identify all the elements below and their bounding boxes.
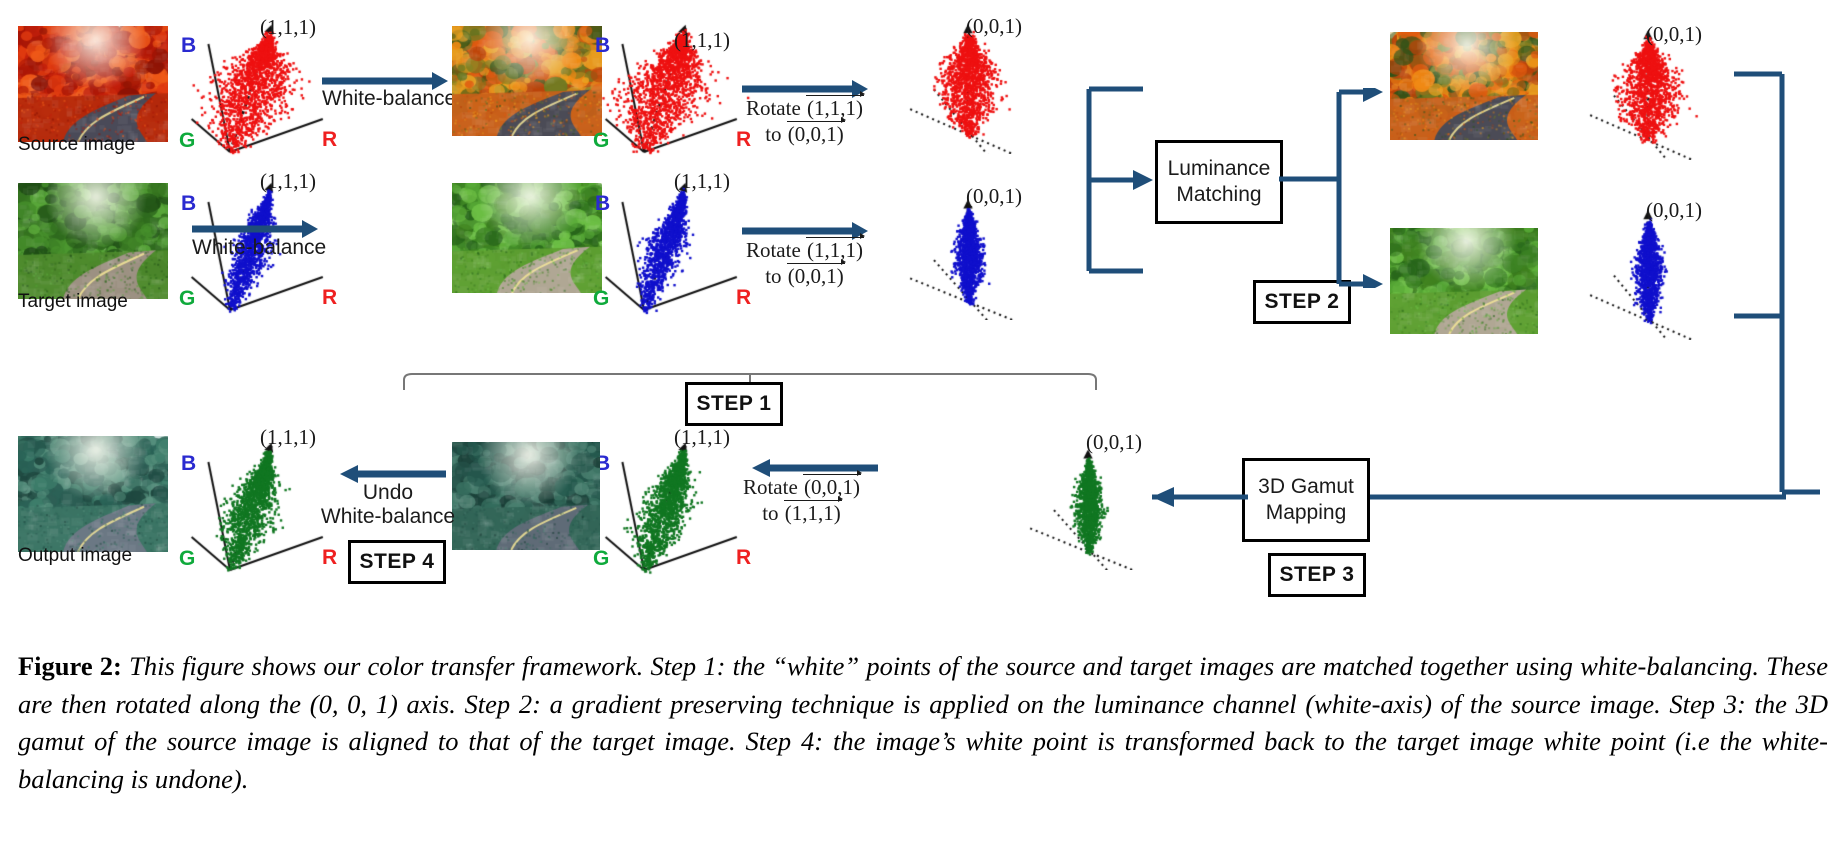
white-balance-label-2: White-balance [192,236,327,259]
source-image-label: Source image [18,134,136,155]
white-axis-vector-label: (1,1,1) [260,15,316,39]
white-axis-vector-label: (1,1,1) [674,28,730,52]
source-photo [18,26,168,142]
lum-target-gamut-plot: (0,0,1) [1580,198,1750,340]
lum-source-gamut-plot: (0,0,1) [1580,20,1750,160]
source-wb-photo [452,26,602,136]
blue-axis-vector-label: (0,0,1) [966,184,1022,208]
output-image-label: Output image [18,545,133,566]
gamut-mapped-plot: (0,0,1) [1020,430,1190,570]
rotate-label-1: Rotate (1,1,1) to (0,0,1) [730,95,880,148]
figure-diagram: Source image B G R (1,1,1) White-balance… [0,0,1840,640]
source-rot-gamut-plot: (0,0,1) [900,14,1070,154]
blue-axis-vector-label: (0,0,1) [1646,22,1702,46]
gamut-mapping-line-1: 3D Gamut [1258,474,1354,498]
step-3-box: STEP 3 [1268,553,1366,597]
luminance-matching-line-2: Matching [1176,183,1262,206]
axis-label-b: B [181,192,197,215]
axis-label-g: G [179,129,196,152]
axis-label-b: B [181,34,197,57]
step-1-box: STEP 1 [685,382,783,426]
luminance-output-split [1279,88,1383,288]
gamut-input-arrow [1332,487,1786,507]
axis-label-g: G [593,129,610,152]
axis-label-g: G [179,287,196,310]
blue-axis-vector-label: (0,0,1) [966,14,1022,38]
gamut-mapping-box: 3D Gamut Mapping [1242,458,1370,542]
luminance-matching-line-1: Luminance [1167,156,1271,180]
figure-caption: Figure 2: This figure shows our color tr… [18,648,1828,799]
pre-undo-photo [452,442,600,550]
axis-label-b: B [595,192,611,215]
white-axis-vector-label: (1,1,1) [260,169,316,193]
rotate-label-2: Rotate (1,1,1) to (0,0,1) [730,237,880,290]
target-image-label: Target image [18,291,128,312]
step-3-label: STEP 3 [1279,563,1355,586]
axis-label-g: G [593,287,610,310]
white-axis-vector-label: (1,1,1) [674,169,730,193]
axis-label-r: R [322,286,338,309]
lum-target-photo [1390,228,1538,334]
step-4-label: STEP 4 [359,550,435,573]
blue-axis-vector-label: (0,0,1) [1646,198,1702,222]
rotate-prefix: Rotate [745,96,801,120]
rotate-to-vector: (0,0,1) [786,263,845,289]
output-gamut-plot: B G R (1,1,1) [179,425,342,582]
white-axis-vector-label: (1,1,1) [674,425,730,449]
source-gamut-plot: B G R (1,1,1) [179,14,342,164]
rotate-to-vector: (0,0,1) [786,121,845,147]
white-axis-vector-label: (1,1,1) [260,425,316,449]
figure-label: Figure 2: [18,651,122,681]
rotate-prefix: Rotate [745,238,801,262]
axis-label-g: G [593,547,610,570]
axis-label-b: B [595,34,611,57]
output-rot-gamut-plot: B G R (1,1,1) [593,425,756,582]
rotate-from-vector: (0,0,1) [803,474,862,499]
white-balance-label-1: White-balance [322,87,457,110]
luminance-matching-box: Luminance Matching [1155,140,1283,224]
output-photo [18,436,168,552]
axis-label-r: R [736,286,752,309]
rotate-to-prefix: to [762,501,779,526]
rotate-to-prefix: to [765,122,782,147]
step-1-label: STEP 1 [696,392,772,415]
figure-caption-text: This figure shows our color transfer fra… [18,651,1828,794]
rotate-to-vector: (1,1,1) [783,500,842,526]
lum-source-photo [1390,32,1538,140]
axis-label-r: R [322,546,338,569]
gamut-return-connector [1734,71,1820,495]
axis-label-g: G [179,547,196,570]
rotate-from-vector: (1,1,1) [806,95,865,120]
axis-label-b: B [181,452,197,475]
blue-axis-vector-label: (0,0,1) [1086,430,1142,454]
step-2-label: STEP 2 [1264,290,1340,313]
target-photo [18,183,168,299]
target-rot-gamut-plot: (0,0,1) [900,184,1070,320]
rotate-from-vector: (1,1,1) [806,237,865,262]
rotate-to-prefix: to [765,264,782,289]
step-4-box: STEP 4 [348,540,446,584]
target-wb-photo [452,183,602,293]
axis-label-r: R [736,546,752,569]
axis-label-r: R [322,128,338,151]
gamut-mapping-line-2: Mapping [1265,501,1347,524]
